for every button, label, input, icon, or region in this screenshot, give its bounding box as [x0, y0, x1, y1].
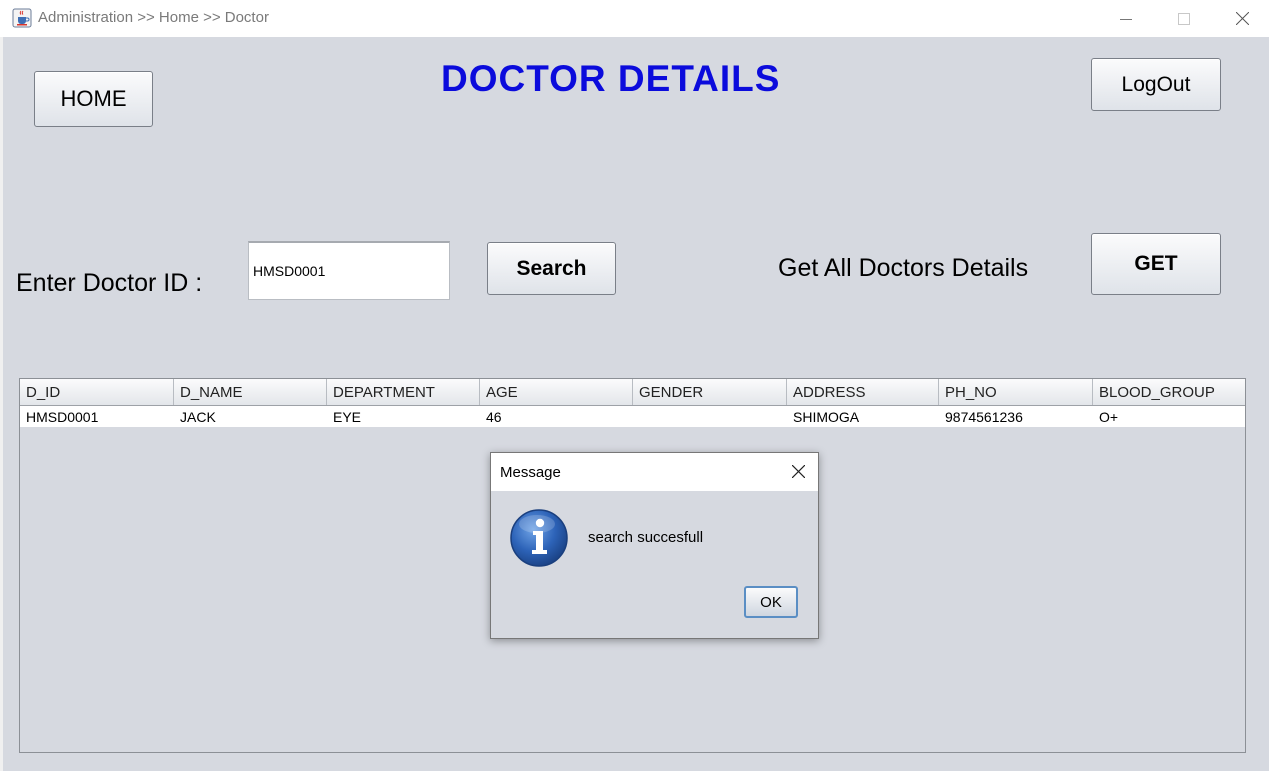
minimize-button[interactable]: [1097, 0, 1155, 37]
dialog-title: Message: [500, 464, 561, 481]
cell-d-id: HMSD0001: [26, 409, 99, 425]
cell-address: SHIMOGA: [793, 409, 860, 425]
java-cup-icon: [12, 8, 32, 28]
cell-ph-no: 9874561236: [945, 409, 1023, 425]
table-header: D_ID D_NAME DEPARTMENT AGE GENDER ADDRES…: [20, 379, 1245, 406]
close-icon: [791, 464, 805, 478]
window-title: Administration >> Home >> Doctor: [38, 9, 269, 26]
close-button[interactable]: [1213, 0, 1269, 37]
column-header-blood-group[interactable]: BLOOD_GROUP: [1093, 379, 1245, 405]
doctor-id-input[interactable]: [248, 241, 450, 300]
column-header-age[interactable]: AGE: [480, 379, 633, 405]
dialog-title-bar[interactable]: Message: [491, 453, 818, 491]
maximize-button[interactable]: [1155, 0, 1213, 37]
get-all-label: Get All Doctors Details: [778, 254, 1029, 282]
title-bar: Administration >> Home >> Doctor: [0, 0, 1269, 37]
logout-button[interactable]: LogOut: [1091, 58, 1221, 111]
ok-button[interactable]: OK: [744, 586, 798, 618]
table-row[interactable]: HMSD0001 JACK EYE 46 SHIMOGA 9874561236 …: [20, 406, 1245, 427]
column-header-d-name[interactable]: D_NAME: [174, 379, 327, 405]
dialog-message: search succesfull: [588, 529, 704, 546]
cell-gender: [633, 406, 787, 427]
cell-blood-group: O+: [1099, 409, 1119, 425]
column-header-d-id[interactable]: D_ID: [20, 379, 174, 405]
column-header-department[interactable]: DEPARTMENT: [327, 379, 480, 405]
information-icon: [510, 509, 568, 567]
column-header-address[interactable]: ADDRESS: [787, 379, 939, 405]
message-dialog: Message search succesfull OK: [490, 452, 819, 639]
home-button[interactable]: HOME: [34, 71, 153, 127]
column-header-gender[interactable]: GENDER: [633, 379, 787, 405]
dialog-close-button[interactable]: [786, 459, 810, 483]
minimize-icon: [1120, 18, 1132, 20]
cell-d-name: JACK: [180, 409, 216, 425]
search-button[interactable]: Search: [487, 242, 616, 295]
close-icon: [1235, 12, 1249, 25]
get-button[interactable]: GET: [1091, 233, 1221, 295]
cell-age: 46: [486, 409, 502, 425]
page-title: DOCTOR DETAILS: [441, 58, 781, 99]
column-header-ph-no[interactable]: PH_NO: [939, 379, 1093, 405]
cell-department: EYE: [333, 409, 362, 425]
doctor-id-label: Enter Doctor ID :: [16, 269, 203, 297]
maximize-icon: [1178, 12, 1190, 25]
